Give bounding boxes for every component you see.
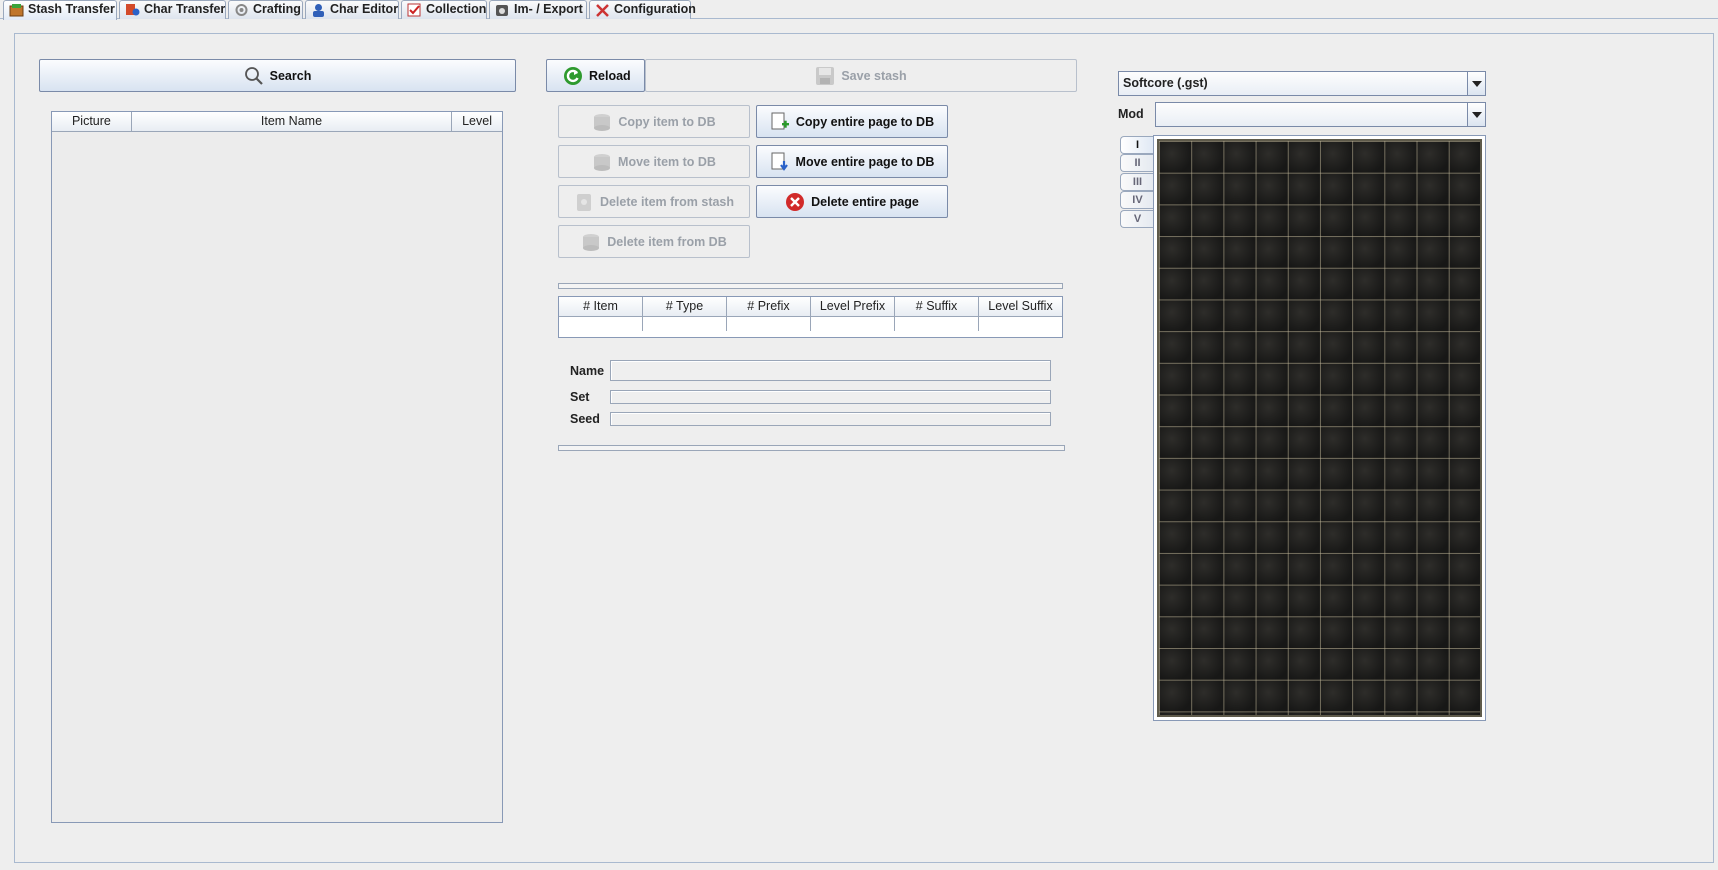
column-picture[interactable]: Picture <box>52 112 132 132</box>
mod-label: Mod <box>1118 107 1144 121</box>
name-field[interactable] <box>610 360 1051 381</box>
stash-page-tab-5[interactable]: V <box>1120 210 1154 228</box>
column-level[interactable]: Level <box>452 112 502 132</box>
mod-select[interactable] <box>1155 102 1486 127</box>
tab-collection[interactable]: Collection <box>401 0 487 19</box>
chevron-down-icon[interactable] <box>1467 72 1485 95</box>
item-list-header: Picture Item Name Level <box>52 112 502 132</box>
stash-transfer-icon <box>9 4 24 17</box>
item-list[interactable]: Picture Item Name Level <box>51 111 503 823</box>
collection-icon <box>407 3 421 17</box>
database-icon <box>594 113 611 131</box>
chevron-down-icon[interactable] <box>1467 103 1485 126</box>
tab-char-editor[interactable]: Char Editor <box>305 0 399 19</box>
search-button-label: Search <box>269 68 312 83</box>
stash-page-tab-4[interactable]: IV <box>1120 191 1154 209</box>
seed-label: Seed <box>570 412 600 426</box>
database-icon <box>594 153 611 171</box>
char-editor-icon <box>313 4 324 17</box>
item-properties-table[interactable]: # Item # Type # Prefix Level Prefix # Su… <box>558 296 1063 338</box>
database-icon <box>583 233 600 251</box>
delete-entire-page-button[interactable]: Delete entire page <box>756 185 948 218</box>
delete-item-from-db-label: Delete item from DB <box>607 234 727 249</box>
column-level-suffix[interactable]: Level Suffix <box>979 297 1062 317</box>
column-item-name[interactable]: Item Name <box>131 112 453 132</box>
tab-label: Crafting <box>253 2 301 16</box>
tab-char-transfer[interactable]: Char Transfer <box>119 0 226 19</box>
move-entire-page-to-db-label: Move entire page to DB <box>795 154 935 169</box>
import-export-icon <box>496 5 508 16</box>
stash-type-value: Softcore (.gst) <box>1123 76 1208 90</box>
save-stash-button[interactable]: Save stash <box>645 59 1077 92</box>
copy-entire-page-to-db-button[interactable]: Copy entire page to DB <box>756 105 948 138</box>
main-tab-bar: Stash Transfer Char Transfer Crafting Ch… <box>0 0 1718 20</box>
stash-icon <box>576 193 591 211</box>
tab-label: Im- / Export <box>514 2 583 16</box>
delete-entire-page-label: Delete entire page <box>811 194 919 209</box>
tab-stash-transfer[interactable]: Stash Transfer <box>3 0 117 20</box>
seed-field[interactable] <box>610 412 1051 426</box>
char-transfer-icon <box>126 4 140 16</box>
column-suffix-number[interactable]: # Suffix <box>895 297 979 317</box>
column-prefix-number[interactable]: # Prefix <box>727 297 811 317</box>
move-item-to-db-label: Move item to DB <box>618 154 716 169</box>
tab-label: Configuration <box>614 2 696 16</box>
search-icon <box>244 66 263 85</box>
copy-entire-page-to-db-label: Copy entire page to DB <box>795 114 935 129</box>
stash-type-select[interactable]: Softcore (.gst) <box>1118 71 1486 96</box>
tab-im-export[interactable]: Im- / Export <box>489 0 587 19</box>
page-add-icon <box>771 112 789 129</box>
stash-grid[interactable] <box>1157 139 1482 717</box>
delete-item-from-stash-button[interactable]: Delete item from stash <box>558 185 750 218</box>
table-row[interactable] <box>559 317 1062 331</box>
tab-label: Char Editor <box>330 2 399 16</box>
stash-page-tab-2[interactable]: II <box>1120 154 1154 172</box>
set-label: Set <box>570 390 590 404</box>
separator <box>558 445 1065 451</box>
tab-label: Collection <box>426 2 487 16</box>
separator <box>558 283 1063 289</box>
copy-item-to-db-label: Copy item to DB <box>618 114 716 129</box>
name-label: Name <box>570 364 605 378</box>
delete-item-from-db-button[interactable]: Delete item from DB <box>558 225 750 258</box>
column-level-prefix[interactable]: Level Prefix <box>811 297 895 317</box>
column-type-number[interactable]: # Type <box>643 297 727 317</box>
configuration-tools-icon <box>596 4 609 17</box>
move-entire-page-to-db-button[interactable]: Move entire page to DB <box>756 145 948 178</box>
delete-x-icon <box>786 192 805 211</box>
tab-label: Char Transfer <box>144 2 226 16</box>
reload-button-label: Reload <box>589 68 631 83</box>
tab-crafting[interactable]: Crafting <box>228 0 303 19</box>
delete-item-from-stash-label: Delete item from stash <box>599 194 735 209</box>
stash-page-tab-3[interactable]: III <box>1120 173 1154 191</box>
column-item-number[interactable]: # Item <box>559 297 643 317</box>
stash-page-tab-1[interactable]: I <box>1120 136 1154 154</box>
crafting-gear-icon <box>235 4 248 16</box>
copy-item-to-db-button[interactable]: Copy item to DB <box>558 105 750 138</box>
move-item-to-db-button[interactable]: Move item to DB <box>558 145 750 178</box>
search-button[interactable]: Search <box>39 59 516 92</box>
save-disk-icon <box>816 66 835 85</box>
reload-icon <box>564 66 582 85</box>
stash-page-view <box>1153 135 1486 721</box>
set-field[interactable] <box>610 390 1051 404</box>
page-move-down-icon <box>771 152 788 171</box>
tab-label: Stash Transfer <box>28 2 115 16</box>
reload-button[interactable]: Reload <box>546 59 645 92</box>
tab-configuration[interactable]: Configuration <box>589 0 696 19</box>
item-properties-header: # Item # Type # Prefix Level Prefix # Su… <box>559 297 1062 317</box>
save-stash-button-label: Save stash <box>841 68 907 83</box>
